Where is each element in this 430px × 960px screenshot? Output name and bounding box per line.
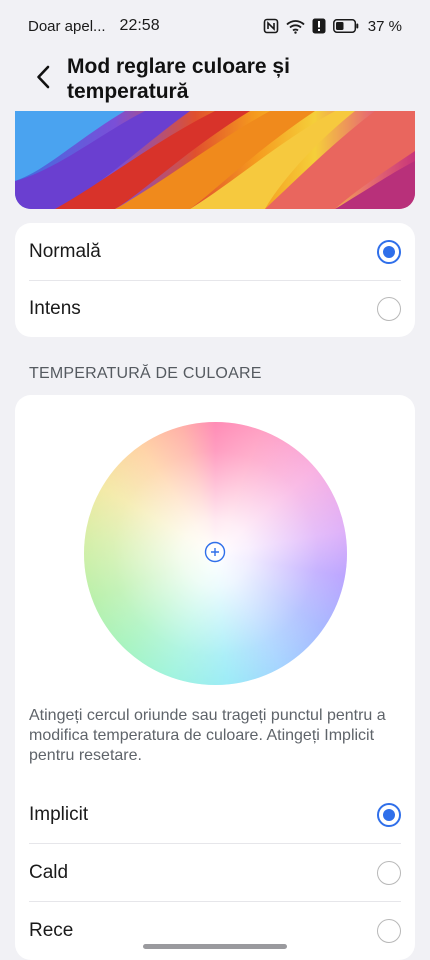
status-time: 22:58	[119, 17, 160, 34]
app-header: Mod reglare culoare și temperatură	[0, 52, 430, 112]
option-default[interactable]: Implicit	[15, 786, 415, 843]
option-label: Rece	[29, 919, 74, 941]
battery-percent: 37 %	[367, 17, 402, 35]
home-indicator[interactable]	[143, 944, 287, 949]
carrier-label: Doar apel...	[28, 17, 106, 35]
option-label: Cald	[29, 861, 69, 883]
option-intense[interactable]: Intens	[15, 280, 415, 337]
radio-unselected[interactable]	[377, 860, 401, 885]
radio-selected[interactable]	[377, 239, 401, 264]
radio-selected[interactable]	[377, 802, 401, 827]
radio-unselected[interactable]	[377, 296, 401, 321]
wifi-icon	[286, 19, 305, 34]
option-label: Normală	[29, 240, 101, 262]
status-bar: Doar apel... 22:58 37 %	[0, 0, 430, 52]
option-warm[interactable]: Cald	[15, 844, 415, 901]
nfc-icon	[263, 18, 279, 34]
color-preview-banner	[15, 111, 415, 209]
option-label: Intens	[29, 297, 81, 319]
chevron-left-icon	[36, 65, 50, 94]
section-title-temperature: TEMPERATURĂ DE CULOARE	[29, 365, 262, 382]
option-normal[interactable]: Normală	[15, 223, 415, 280]
wheel-handle-icon[interactable]	[204, 541, 226, 563]
radio-unselected[interactable]	[377, 918, 401, 943]
option-cool[interactable]: Rece	[15, 902, 415, 959]
battery-icon	[332, 19, 359, 33]
help-text: Atingeți cercul oriunde sau trageți punc…	[29, 707, 386, 764]
temperature-card: Atingeți cercul oriunde sau trageți punc…	[15, 395, 415, 960]
option-label: Implicit	[29, 803, 89, 825]
back-button[interactable]	[28, 62, 58, 96]
page-title: Mod reglare culoare și temperatură	[67, 55, 290, 103]
color-mode-card: Normală Intens	[15, 223, 415, 337]
alert-icon	[312, 18, 326, 34]
